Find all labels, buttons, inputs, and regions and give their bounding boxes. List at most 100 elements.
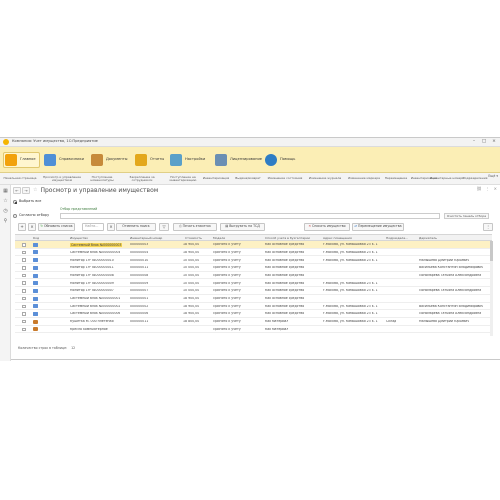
radio-by-filter[interactable]: Согласно отбору [13,213,49,218]
row-checkbox[interactable] [22,296,26,301]
favorite-star-icon[interactable]: ☆ [33,188,37,193]
cell-addr: г.Москва, ул. Камышовая 23 к. 1 [323,320,378,324]
table-row[interactable]: Системный блок №000000003 000000003 18 900… [15,241,492,249]
grid-menu-icon[interactable]: ▦ [2,188,9,195]
section-documents[interactable]: Документы [91,152,128,168]
search-icon[interactable]: ⚲ [2,218,9,225]
column-header[interactable]: Способ учета в бухгалтерии [265,237,310,240]
table-row[interactable]: Системный блок №000000002 000000002 18 900… [15,303,492,311]
nav-item[interactable]: Поступление на инвентаризацию [166,174,200,184]
move-button[interactable]: ⇄ Перемещение имущества [352,223,404,231]
nav-item[interactable]: Выдача/возврат [233,174,263,184]
table-row[interactable]: Монитор 19" №000000011 000000011 10 000,00… [15,264,492,272]
nav-item[interactable]: Изменение журнала [306,174,344,184]
cell-method: Как основное средство [265,258,305,262]
star-icon[interactable]: ☆ [2,198,9,205]
move-icon: ⇄ [354,224,358,229]
nav-item[interactable]: Инвентаризация [201,174,231,184]
nav-item[interactable]: Инвентарные номера [427,174,467,184]
row-checkbox[interactable] [22,312,26,316]
nav-item[interactable]: Поступление номенклатуры [86,174,118,184]
refresh-button[interactable]: ↻ Обновить список [38,223,75,231]
nav-item[interactable]: Подразделения [462,174,488,184]
nav-item[interactable]: Начальная страница [3,174,37,184]
column-header[interactable]: Стоимость [185,237,202,240]
table-row[interactable]: Монитор 19" №000000008 000000008 10 000,00… [15,272,492,280]
radio-dot[interactable] [13,214,17,218]
nav-more-button[interactable]: Ещё ▾ [488,174,498,178]
nav-item[interactable]: Изменение состояния [265,174,305,184]
window-title: Компания: Учет имущества, 1С:Предприятие [12,139,98,144]
minimize-icon[interactable]: – [471,139,477,145]
forward-arrow-icon[interactable]: → [22,187,30,194]
more-actions-icon[interactable]: ⋮ [486,187,490,191]
form-close-icon[interactable]: × [494,187,497,191]
column-header[interactable]: Имущество [70,237,88,240]
link-icon[interactable]: ⛓ [477,187,482,191]
cell-method: Как основное средство [265,281,305,285]
row-checkbox[interactable] [22,319,26,324]
column-header[interactable]: Держатель [419,237,437,240]
cell-cost: 10 000,00 [183,266,200,270]
row-checkbox[interactable] [22,250,26,255]
section-license[interactable]: Лицензирование [215,152,262,168]
close-icon[interactable]: × [491,139,497,145]
write-off-button[interactable]: ✕ Списать имущество [304,223,350,231]
section-main[interactable]: Главное [3,152,40,168]
row-checkbox[interactable] [22,273,26,278]
section-catalogs[interactable]: Справочники [44,152,84,168]
reset-filter-button[interactable]: Очистить панель отбора [444,213,489,219]
table-row[interactable]: Монитор 19" №000000010 000000010 10 000,00… [15,256,492,265]
section-settings[interactable]: Настройки [170,152,205,168]
section-reports[interactable]: Отчеты [135,152,164,168]
filter-field[interactable] [60,213,440,219]
cell-name: Системный блок №000000004 [70,250,121,254]
table-row[interactable]: Системный блок №000000001 000000001 18 900… [15,295,492,303]
row-checkbox[interactable] [22,304,26,308]
column-header[interactable]: Подразделе... [386,237,408,240]
column-header[interactable]: Модели [213,237,225,240]
add-icon[interactable]: + [18,223,26,231]
print-labels-button[interactable]: ⎙ Печать этикеток [173,223,217,231]
table-row[interactable]: Монитор 19" №000000007 000000007 10 000,00… [15,287,492,295]
table-row[interactable]: Системный блок №000000004 000000004 18 900… [15,249,492,257]
filter-icon[interactable]: ▽ [159,223,169,231]
toolbar-more-icon[interactable]: ⋮ [483,223,493,231]
clear-search-icon[interactable]: × [107,223,115,231]
documents-icon [91,154,103,166]
back-arrow-icon[interactable]: ← [13,187,21,194]
nav-item[interactable]: Изменение маркера [345,174,383,184]
column-header[interactable]: Адрес помещения [323,237,352,240]
maximize-icon[interactable]: □ [481,139,487,145]
row-checkbox[interactable] [22,327,26,332]
history-icon[interactable]: ◷ [2,208,9,215]
table-row[interactable]: Кресло компьютерное Принято к учету Как ма… [15,326,492,334]
section-help[interactable]: Помощь [265,152,295,168]
column-header[interactable]: Код [33,237,39,240]
delete-icon[interactable]: × [28,223,36,231]
row-checkbox[interactable] [22,258,26,262]
row-checkbox[interactable] [22,281,26,285]
row-checkbox[interactable] [22,289,26,293]
radio-select-all[interactable]: Выбрать все [13,199,41,204]
cell-method: Как материал [265,320,289,324]
nav-item[interactable]: Просмотр и управление имуществом [40,174,84,184]
computer-icon [33,242,38,247]
unload-tsd-button[interactable]: ▤ Выгрузить на ТСД [220,223,265,231]
table-row[interactable]: Монитор 19" №000000009 000000009 10 000,00… [15,279,492,288]
scroll-thumb[interactable] [490,241,493,261]
cancel-search-button[interactable]: Отменить поиск [116,223,156,231]
table-row[interactable]: Кушетка М. 000 плетеная 000000011 18 800,0… [15,318,492,326]
cell-inv: 000000007 [130,289,149,293]
nav-item[interactable]: Перемещение [384,174,408,184]
page-title: Просмотр и управление имуществом [40,186,159,194]
vertical-scrollbar[interactable] [490,241,493,336]
row-checkbox[interactable] [22,243,26,247]
radio-dot[interactable] [13,200,17,204]
selection-link[interactable]: Отбор представлений [60,207,97,211]
nav-item[interactable]: Закрепление за сотрудником [120,174,164,184]
table-row[interactable]: Системный блок №000000006 000000006 18 900… [15,310,492,318]
column-header[interactable]: Инвентарный номер [130,237,162,240]
row-checkbox[interactable] [22,266,26,270]
search-input[interactable]: Найти... [82,223,104,231]
